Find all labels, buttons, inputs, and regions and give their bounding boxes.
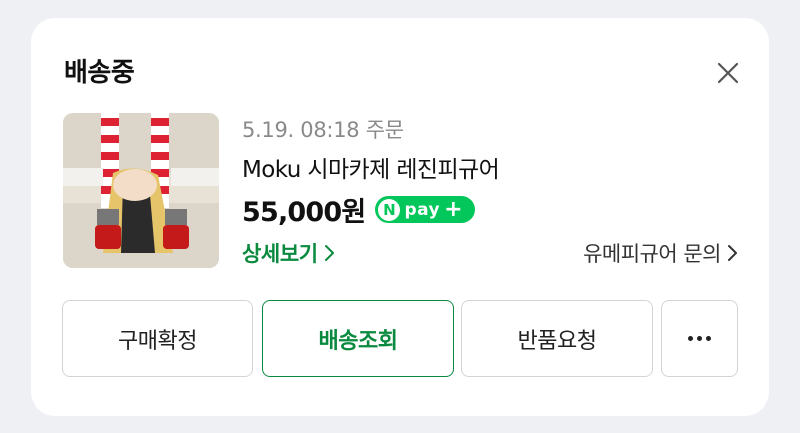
more-dots-icon xyxy=(688,336,711,341)
track-delivery-button[interactable]: 배송조회 xyxy=(262,300,454,377)
price-row: 55,000원 N pay + xyxy=(242,190,476,229)
more-button[interactable] xyxy=(661,300,738,377)
request-return-button[interactable]: 반품요청 xyxy=(461,300,653,377)
chevron-right-icon xyxy=(727,244,739,262)
status-title: 배송중 xyxy=(64,58,135,88)
confirm-purchase-button[interactable]: 구매확정 xyxy=(62,300,253,377)
npay-label: pay xyxy=(404,199,441,220)
npay-plus-icon: + xyxy=(444,196,463,222)
npay-badge: N pay + xyxy=(375,196,476,223)
product-image[interactable] xyxy=(63,113,219,268)
chevron-right-icon xyxy=(324,244,336,262)
order-status-card: 배송중 5.19. 08:18 주문 Moku 시마카제 레진피규어 55,00… xyxy=(31,18,769,416)
seller-inquiry-link[interactable]: 유메피규어 문의 xyxy=(583,238,739,268)
price: 55,000원 xyxy=(242,197,366,228)
order-date: 5.19. 08:18 주문 xyxy=(242,118,404,142)
product-name[interactable]: Moku 시마카제 레진피규어 xyxy=(242,150,500,184)
detail-link-label: 상세보기 xyxy=(242,242,318,266)
npay-n-icon: N xyxy=(378,198,401,221)
close-icon[interactable] xyxy=(713,58,743,88)
inquiry-link-label: 유메피규어 문의 xyxy=(583,242,721,266)
detail-link[interactable]: 상세보기 xyxy=(242,238,336,268)
